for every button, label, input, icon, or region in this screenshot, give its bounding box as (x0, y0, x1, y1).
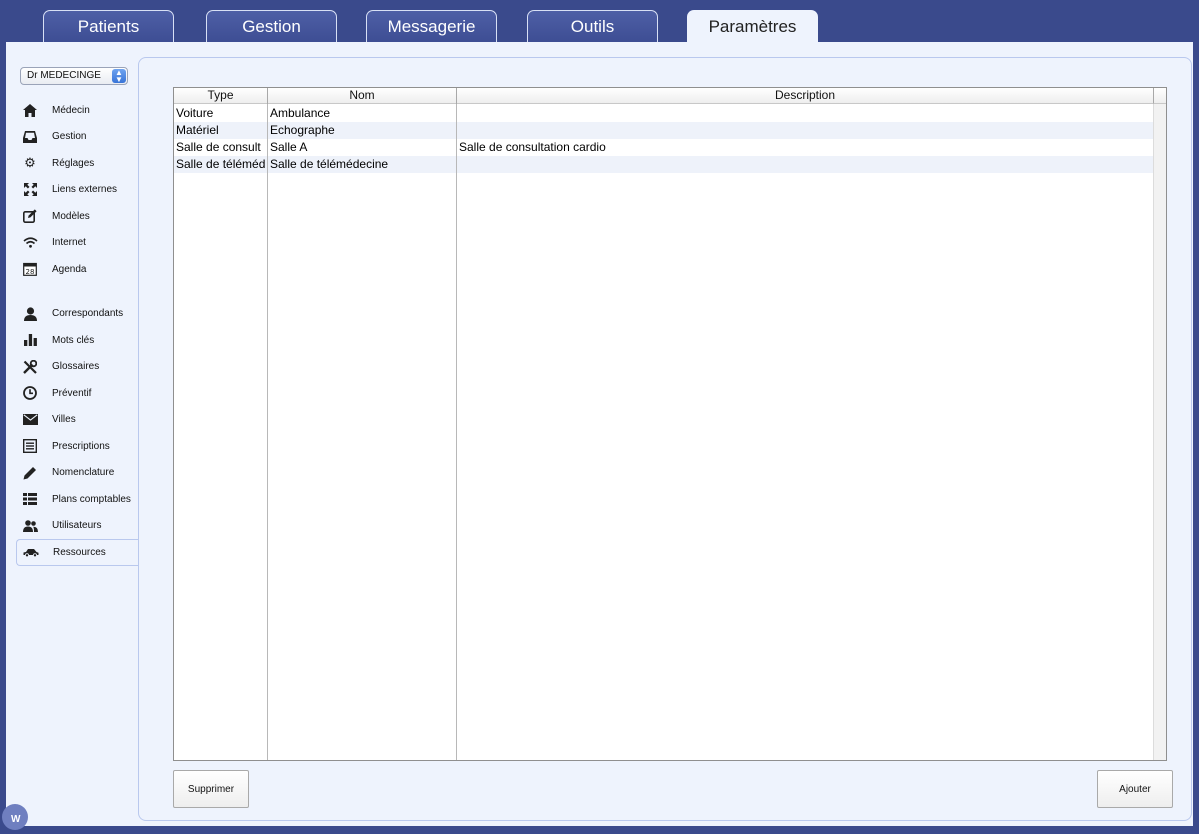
sidebar-item-modeles[interactable]: Modèles (16, 203, 140, 230)
tab-patients[interactable]: Patients (43, 10, 174, 43)
sidebar-item-liens-externes[interactable]: Liens externes (16, 177, 140, 204)
expand-icon (22, 182, 38, 198)
tab-parametres[interactable]: Paramètres (687, 10, 818, 43)
cell-nom: Ambulance (270, 106, 331, 120)
tab-gestion[interactable]: Gestion (206, 10, 337, 43)
cell-nom: Salle A (270, 140, 308, 154)
header-corner (1153, 88, 1166, 104)
cell-type: Salle de téléméd (176, 157, 266, 171)
tab-bar: Patients Gestion Messagerie Outils Param… (0, 0, 1199, 43)
cell-description: Salle de consultation cardio (459, 140, 606, 154)
gear-icon: ⚙ (24, 155, 36, 171)
tab-messagerie[interactable]: Messagerie (366, 10, 497, 43)
doctor-select-value: Dr MEDECINGE (27, 70, 101, 81)
person-icon (22, 306, 38, 322)
column-header-nom[interactable]: Nom (268, 88, 457, 104)
sidebar-item-mots-cles[interactable]: Mots clés (16, 327, 140, 354)
sidebar-item-label: Médecin (52, 104, 90, 116)
sidebar-item-label: Utilisateurs (52, 520, 102, 532)
table-row[interactable]: Matériel Echographe (174, 122, 1154, 139)
sidebar-item-label: Mots clés (52, 334, 95, 346)
column-header-type[interactable]: Type (174, 88, 268, 104)
cell-type: Matériel (176, 123, 219, 137)
sidebar-item-villes[interactable]: Villes (16, 407, 140, 434)
column-header-description[interactable]: Description (457, 88, 1154, 104)
sidebar-item-preventif[interactable]: Préventif (16, 380, 140, 407)
envelope-icon (22, 412, 38, 428)
calendar-icon: 28 (22, 261, 38, 277)
calendar-day: 28 (26, 268, 35, 276)
sidebar-item-label: Nomenclature (52, 467, 115, 479)
sidebar-item-label: Gestion (52, 131, 87, 143)
sidebar-item-plans-comptables[interactable]: Plans comptables (16, 486, 140, 513)
vertical-scrollbar[interactable] (1153, 104, 1166, 760)
users-icon (22, 518, 38, 534)
wifi-icon (22, 235, 38, 251)
sidebar-item-label: Villes (52, 414, 76, 426)
sidebar-item-glossaires[interactable]: Glossaires (16, 354, 140, 381)
table-list-icon (22, 491, 38, 507)
sidebar-item-label: Préventif (52, 387, 92, 399)
bar-chart-icon (22, 332, 38, 348)
corner-w-icon[interactable]: W (2, 804, 28, 830)
table-row[interactable]: Salle de téléméd Salle de télémédecine (174, 156, 1154, 173)
column-divider (267, 104, 268, 760)
sidebar-item-label: Ressources (53, 546, 106, 558)
sidebar-item-label: Prescriptions (52, 440, 110, 452)
cell-description (457, 156, 1154, 173)
home-icon (22, 102, 38, 118)
tools-icon (22, 359, 38, 375)
cell-description (457, 105, 1154, 122)
sidebar-item-label: Réglages (52, 157, 95, 169)
sidebar-item-agenda[interactable]: 28 Agenda (16, 256, 140, 283)
sidebar-item-prescriptions[interactable]: Prescriptions (16, 433, 140, 460)
sidebar-item-label: Liens externes (52, 184, 118, 196)
sidebar-nav: Médecin Gestion ⚙ Réglages Liens externe… (16, 97, 142, 566)
sidebar-item-label: Internet (52, 237, 86, 249)
list-icon (22, 438, 38, 454)
sidebar-item-gestion[interactable]: Gestion (16, 124, 140, 151)
table-row[interactable]: Voiture Ambulance (174, 105, 1154, 122)
doctor-select[interactable]: Dr MEDECINGE ▲ ▼ (20, 67, 128, 85)
sidebar-item-label: Correspondants (52, 308, 124, 320)
inbox-icon (22, 129, 38, 145)
cell-nom: Echographe (270, 123, 335, 137)
edit-icon (22, 208, 38, 224)
nav-separator (16, 283, 140, 301)
sidebar-item-utilisateurs[interactable]: Utilisateurs (16, 513, 140, 540)
sidebar-item-reglages[interactable]: ⚙ Réglages (16, 150, 140, 177)
main-frame: Dr MEDECINGE ▲ ▼ Médecin Gestion ⚙ Réglag… (2, 42, 1193, 830)
delete-button[interactable]: Supprimer (173, 770, 249, 808)
cell-type: Voiture (176, 106, 214, 120)
sidebar-item-label: Modèles (52, 210, 90, 222)
add-button[interactable]: Ajouter (1097, 770, 1173, 808)
sidebar-item-label: Agenda (52, 263, 87, 275)
table-header: Type Nom Description (174, 88, 1154, 104)
cell-nom: Salle de télémédecine (270, 157, 389, 171)
clock-icon (22, 385, 38, 401)
sidebar-item-label: Plans comptables (52, 493, 131, 505)
cell-description (457, 122, 1154, 139)
sidebar-item-medecin[interactable]: Médecin (16, 97, 140, 124)
pencil-icon (22, 465, 38, 481)
stepper-arrows-icon: ▲ ▼ (112, 69, 126, 84)
resources-table[interactable]: Type Nom Description Voiture Ambulance M… (173, 87, 1167, 761)
sidebar-item-label: Glossaires (52, 361, 100, 373)
column-divider (456, 104, 457, 760)
sidebar-item-nomenclature[interactable]: Nomenclature (16, 460, 140, 487)
table-row[interactable]: Salle de consult Salle A Salle de consul… (174, 139, 1154, 156)
car-icon (23, 544, 39, 560)
sidebar-item-correspondants[interactable]: Correspondants (16, 301, 140, 328)
ressources-panel: Type Nom Description Voiture Ambulance M… (138, 57, 1192, 821)
sidebar-item-internet[interactable]: Internet (16, 230, 140, 257)
sidebar-item-ressources[interactable]: Ressources (16, 539, 142, 566)
cell-type: Salle de consult (176, 140, 261, 154)
tab-outils[interactable]: Outils (527, 10, 658, 43)
